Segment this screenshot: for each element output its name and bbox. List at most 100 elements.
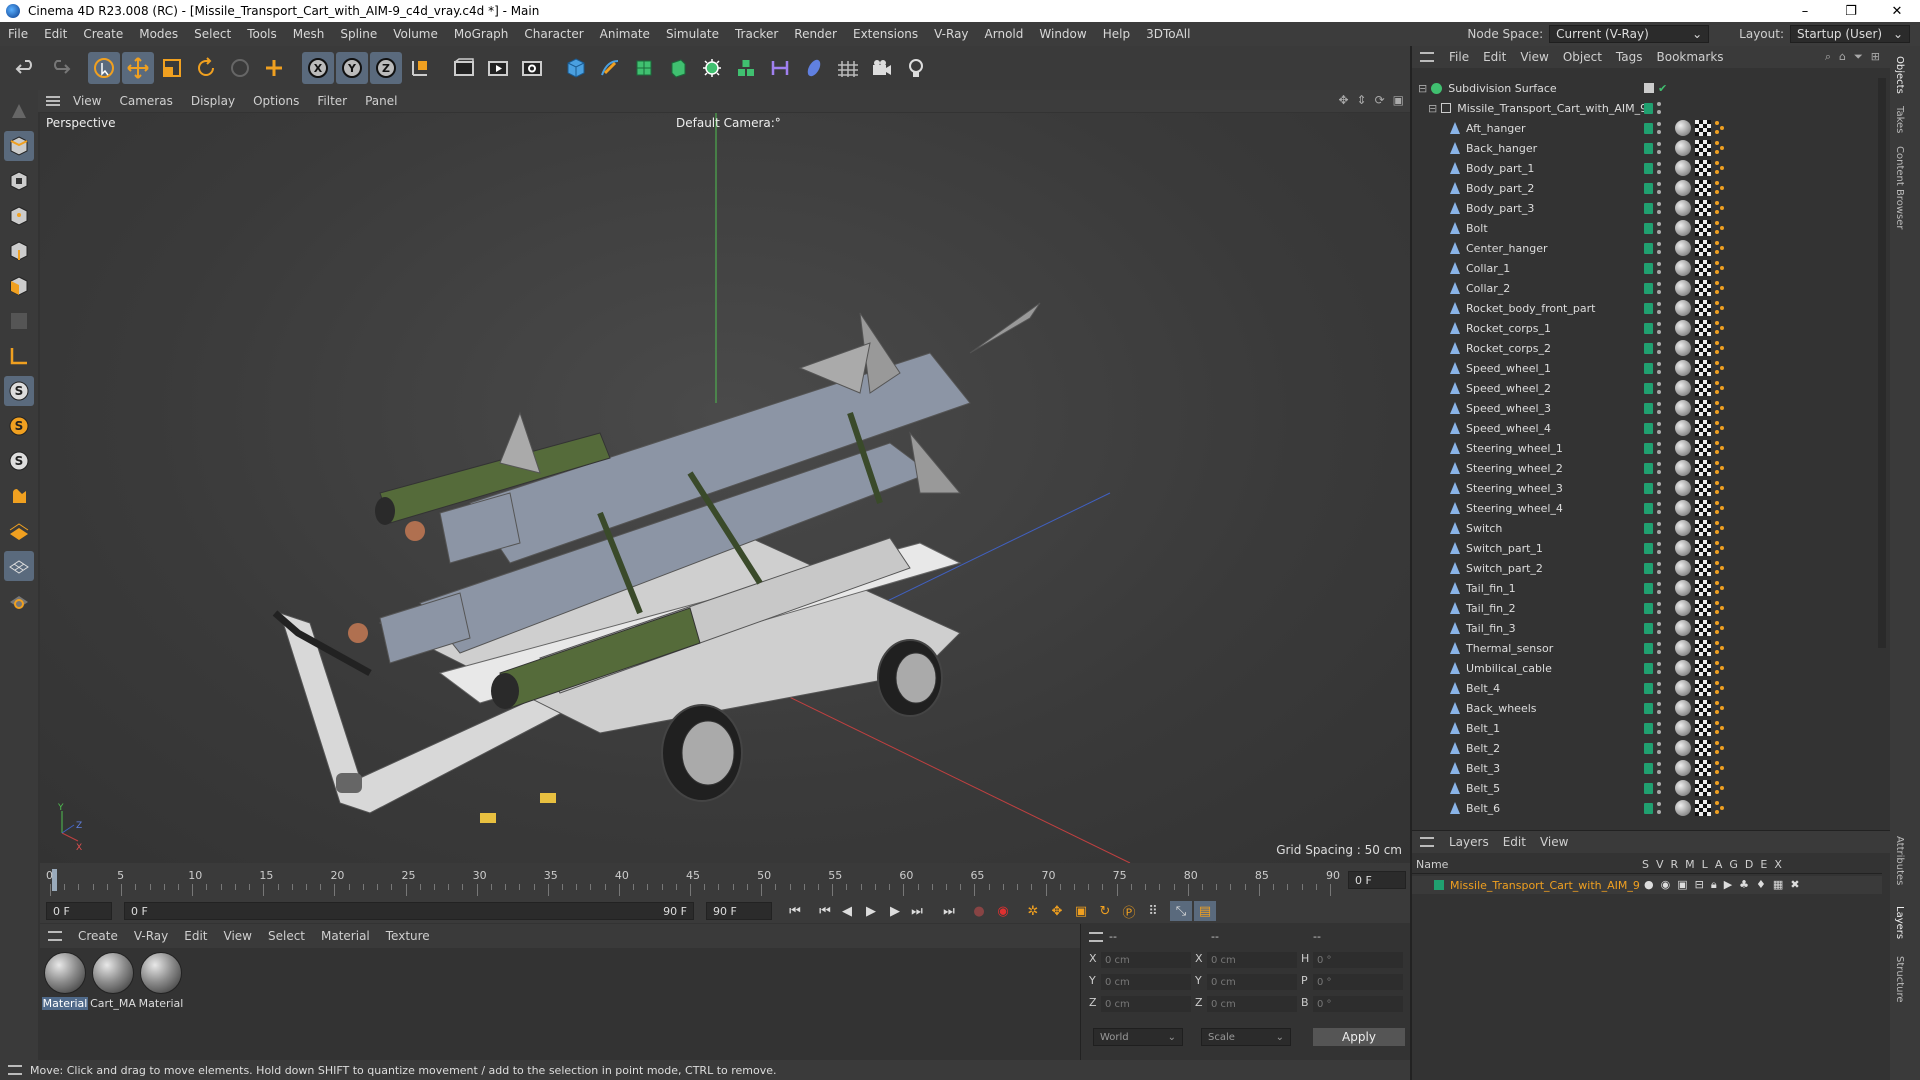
object-menu-view[interactable]: View [1513,50,1555,64]
texture-tag-icon[interactable] [1695,700,1711,716]
editor-render-dots[interactable] [1657,602,1661,614]
material-tag-icon[interactable] [1675,420,1691,436]
texture-tag-icon[interactable] [1695,740,1711,756]
visibility-check[interactable] [1644,442,1653,454]
vray-tag-icon[interactable] [1715,681,1727,695]
object-row[interactable]: Steering_wheel_1 [1412,438,1882,458]
texture-tag-icon[interactable] [1695,760,1711,776]
material-swatch[interactable]: Material [42,952,88,1010]
editor-render-dots[interactable] [1657,122,1661,134]
visible-eye-icon[interactable]: ◉ [1661,878,1671,892]
vray-tag-icon[interactable] [1715,361,1727,375]
object-row-root[interactable]: ⊟ Subdivision Surface ✔ [1412,78,1882,98]
enable-check[interactable] [1644,83,1654,93]
scale-key-icon[interactable]: ▣ [1070,901,1092,921]
material-menu-select[interactable]: Select [260,929,313,943]
material-tag-icon[interactable] [1675,200,1691,216]
snap-settings-icon[interactable]: S [4,411,34,441]
object-menu-edit[interactable]: Edit [1476,50,1513,64]
material-tag-icon[interactable] [1675,500,1691,516]
object-row[interactable]: Thermal_sensor [1412,638,1882,658]
make-editable-icon[interactable] [4,96,34,126]
vray-tag-icon[interactable] [1715,201,1727,215]
menu-v-ray[interactable]: V-Ray [926,27,976,41]
editor-render-dots[interactable] [1657,202,1661,214]
editor-render-dots[interactable] [1657,362,1661,374]
viewport-menu-view[interactable]: View [64,94,110,108]
parameter-key-icon[interactable]: Ⓟ [1118,901,1140,921]
visibility-check[interactable] [1644,702,1653,714]
tweak-mode-icon[interactable] [4,586,34,616]
coord-mode-dropdown[interactable]: World ⌄ [1093,1028,1183,1046]
material-tag-icon[interactable] [1675,660,1691,676]
texture-tag-icon[interactable] [1695,240,1711,256]
x-axis-icon[interactable]: X [302,52,334,84]
redo-icon[interactable] [44,52,76,84]
object-row[interactable]: Back_hanger [1412,138,1882,158]
menu-render[interactable]: Render [786,27,845,41]
editor-render-dots[interactable] [1657,422,1661,434]
texture-tag-icon[interactable] [1695,280,1711,296]
object-scrollbar[interactable] [1878,78,1886,648]
rotate-icon[interactable] [190,52,222,84]
vray-tag-icon[interactable] [1715,161,1727,175]
layer-column-s[interactable]: S [1642,858,1649,871]
object-row[interactable]: Speed_wheel_3 [1412,398,1882,418]
editor-render-dots[interactable] [1657,502,1661,514]
model-mode-icon[interactable] [4,131,34,161]
expression-toggle[interactable]: ▦ [1773,878,1783,892]
vray-tag-icon[interactable] [1715,401,1727,415]
object-row[interactable]: Belt_4 [1412,678,1882,698]
vray-tag-icon[interactable] [1715,621,1727,635]
editor-render-dots[interactable] [1657,722,1661,734]
soft-selection-icon[interactable] [4,481,34,511]
rotation-key-icon[interactable]: ↻ [1094,901,1116,921]
object-menu-tags[interactable]: Tags [1609,50,1650,64]
editor-render-dots[interactable] [1657,682,1661,694]
timeline-ruler[interactable]: 0 F 0 5 10 15 20 25 30 35 40 45 50 55 60 65 70 75 80 85 90 [40,863,1410,899]
material-menu-edit[interactable]: Edit [176,929,215,943]
vray-tag-icon[interactable] [1715,501,1727,515]
texture-tag-icon[interactable] [1695,400,1711,416]
filter-icon[interactable]: ⏷ [1854,50,1863,64]
new-window-icon[interactable]: ⊞ [1871,50,1880,64]
rotation-field[interactable]: 0 ° [1313,952,1403,968]
menu-character[interactable]: Character [516,27,591,41]
object-row[interactable]: Switch_part_2 [1412,558,1882,578]
material-menu-view[interactable]: View [216,929,260,943]
material-tag-icon[interactable] [1675,380,1691,396]
deformer-toggle[interactable]: ♦ [1756,878,1766,892]
xref-toggle[interactable]: ✖ [1790,878,1799,892]
layer-column-x[interactable]: X [1774,858,1782,871]
render-settings-icon[interactable] [516,52,548,84]
layer-column-g[interactable]: G [1729,858,1738,871]
animation-toggle[interactable]: ▶ [1724,878,1732,892]
minimize-button[interactable]: – [1782,0,1828,22]
close-button[interactable]: ✕ [1874,0,1920,22]
visibility-check[interactable] [1644,622,1653,634]
hamburger-icon[interactable] [1420,837,1434,847]
search-icon[interactable]: ⌕ [1825,50,1831,64]
visibility-check[interactable] [1644,322,1653,334]
texture-tag-icon[interactable] [1695,620,1711,636]
scale-icon[interactable] [156,52,188,84]
z-axis-icon[interactable]: Z [370,52,402,84]
visibility-check[interactable] [1644,802,1653,814]
texture-tag-icon[interactable] [1695,160,1711,176]
size-field[interactable]: 0 cm [1207,974,1297,990]
layer-menu-layers[interactable]: Layers [1442,835,1496,849]
play-icon[interactable]: ▶ [860,901,882,921]
vray-tag-icon[interactable] [1715,641,1727,655]
texture-tag-icon[interactable] [1695,360,1711,376]
missile-cart-model[interactable] [272,302,1041,823]
size-field[interactable]: 0 cm [1207,996,1297,1012]
visibility-check[interactable] [1644,762,1653,774]
vray-tag-icon[interactable] [1715,341,1727,355]
layer-column-l[interactable]: L [1702,858,1708,871]
material-menu-create[interactable]: Create [70,929,126,943]
material-tag-icon[interactable] [1675,400,1691,416]
texture-tag-icon[interactable] [1695,340,1711,356]
editor-render-dots[interactable] [1657,262,1661,274]
vray-tag-icon[interactable] [1715,381,1727,395]
visibility-check[interactable] [1644,402,1653,414]
